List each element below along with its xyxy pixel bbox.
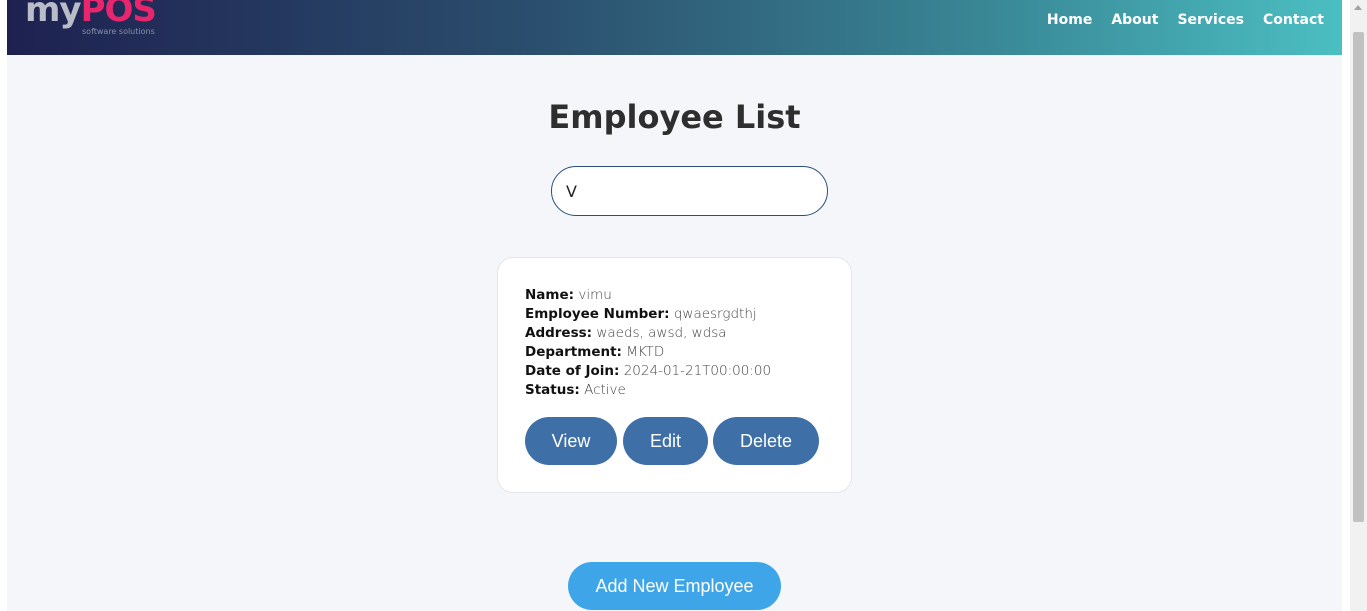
logo[interactable]: myPOS software solutions <box>25 0 185 40</box>
view-button[interactable]: View <box>525 417 617 465</box>
search-input[interactable] <box>551 166 828 216</box>
field-department: Department: MKTD <box>525 343 771 362</box>
field-value: waeds, awsd, wdsa <box>596 325 727 341</box>
logo-subtitle: software solutions <box>82 27 155 36</box>
field-name: Name: vimu <box>525 286 771 305</box>
field-label: Status: <box>525 382 580 398</box>
delete-button[interactable]: Delete <box>713 417 819 465</box>
vertical-scrollbar[interactable] <box>1350 0 1367 611</box>
nav-services[interactable]: Services <box>1177 12 1244 28</box>
scroll-up-arrow-icon[interactable] <box>1354 5 1362 10</box>
field-label: Date of Join: <box>525 363 620 379</box>
nav-about[interactable]: About <box>1111 12 1158 28</box>
logo-text: myPOS <box>25 0 157 30</box>
field-value: 2024-01-21T00:00:00 <box>623 363 772 379</box>
logo-my: my <box>25 0 82 30</box>
edit-button[interactable]: Edit <box>623 417 708 465</box>
field-address: Address: waeds, awsd, wdsa <box>525 324 771 343</box>
field-value: MKTD <box>626 344 665 360</box>
field-value: vimu <box>578 287 612 303</box>
nav-home[interactable]: Home <box>1047 12 1092 28</box>
page-title: Employee List <box>548 98 801 136</box>
field-value: Active <box>584 382 626 398</box>
main-nav: Home About Services Contact <box>1028 12 1324 28</box>
field-label: Address: <box>525 325 593 341</box>
field-value: qwaesrgdthj <box>673 306 757 322</box>
main-content: Employee List Name: vimu Employee Number… <box>7 55 1342 611</box>
field-label: Department: <box>525 344 622 360</box>
field-date-of-join: Date of Join: 2024-01-21T00:00:00 <box>525 362 771 381</box>
field-label: Name: <box>525 287 575 303</box>
employee-fields: Name: vimu Employee Number: qwaesrgdthj … <box>525 286 771 400</box>
employee-card: Name: vimu Employee Number: qwaesrgdthj … <box>497 257 852 493</box>
scroll-thumb[interactable] <box>1353 32 1364 522</box>
nav-contact[interactable]: Contact <box>1263 12 1324 28</box>
add-new-employee-button[interactable]: Add New Employee <box>568 562 781 610</box>
site-header: myPOS software solutions Home About Serv… <box>7 0 1342 55</box>
field-employee-number: Employee Number: qwaesrgdthj <box>525 305 771 324</box>
logo-pos: POS <box>80 0 157 30</box>
field-status: Status: Active <box>525 381 771 400</box>
field-label: Employee Number: <box>525 306 670 322</box>
